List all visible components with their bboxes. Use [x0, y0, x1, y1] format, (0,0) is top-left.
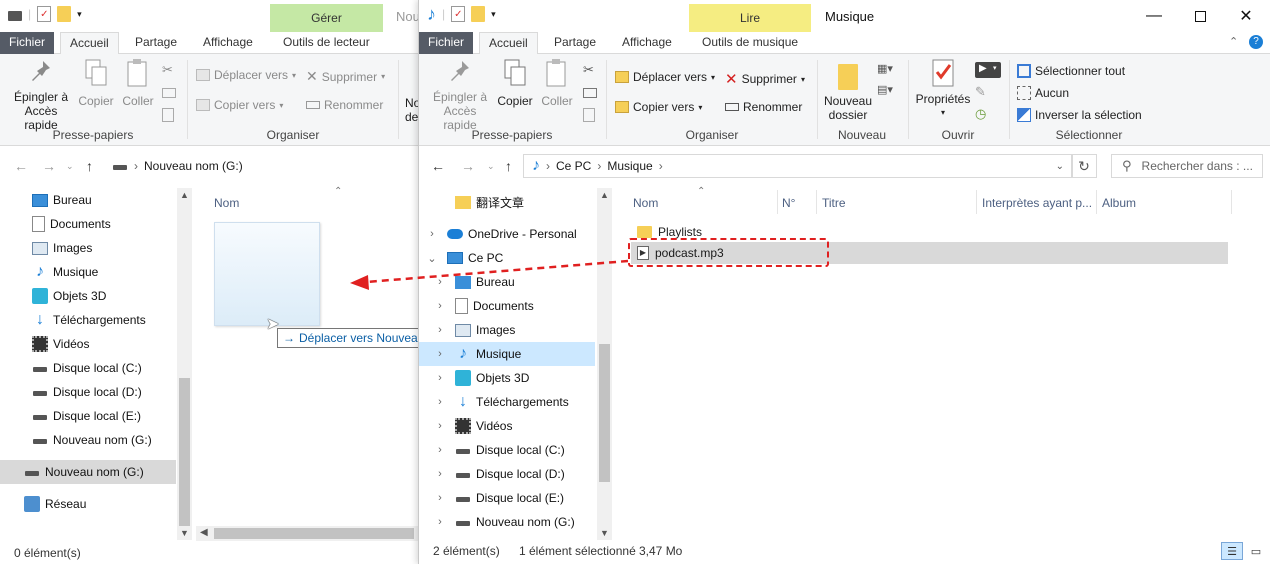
drag-arrow-overlay: [350, 259, 629, 290]
drag-arrow-line: [365, 259, 629, 284]
drag-arrow-head: [350, 275, 369, 290]
